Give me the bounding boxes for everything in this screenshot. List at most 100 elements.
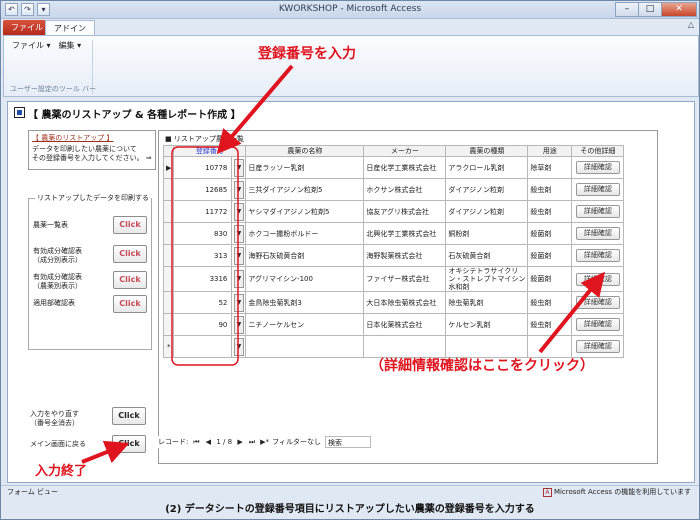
first-record-icon[interactable]: ⏮ xyxy=(192,436,200,448)
header-use[interactable]: 用途 xyxy=(527,145,573,157)
print-group: リストアップしたデータを印刷する 農薬一覧表 Click 有効成分確認表 （成分… xyxy=(28,193,152,350)
row-selector[interactable]: * xyxy=(162,335,175,358)
header-maker[interactable]: メーカー xyxy=(363,145,447,157)
detail-button[interactable]: 詳細確認 xyxy=(575,296,620,309)
reg-number-dropdown[interactable]: ▼ xyxy=(231,156,247,179)
reg-number-dropdown[interactable]: ▼ xyxy=(231,178,247,201)
row-selector[interactable] xyxy=(162,291,175,314)
prev-record-icon[interactable]: ◀ xyxy=(204,436,212,448)
details-cell: 詳細確認 xyxy=(571,156,625,179)
row-selector[interactable] xyxy=(162,222,175,245)
name-cell xyxy=(245,335,365,358)
use-cell: 殺虫剤 xyxy=(527,200,573,223)
header-reg-number[interactable]: 登録番号 xyxy=(173,145,247,157)
annotation-enter-number: 登録番号を入力 xyxy=(258,46,356,62)
reg-number-dropdown[interactable]: ▼ xyxy=(231,244,247,267)
reg-number-cell[interactable]: 10778 xyxy=(173,156,233,179)
detail-button[interactable]: 詳細確認 xyxy=(575,227,620,240)
ribbon-minimize-icon[interactable]: △ xyxy=(688,20,694,29)
maker-cell: 大日本除虫菊株式会社 xyxy=(363,291,447,314)
filter-status[interactable]: フィルターなし xyxy=(272,436,321,448)
detail-button[interactable]: 詳細確認 xyxy=(575,340,620,353)
new-record-icon[interactable]: ▶* xyxy=(260,436,269,448)
chevron-down-icon[interactable]: ▼ xyxy=(233,337,244,356)
redo-input-button[interactable]: Click xyxy=(112,407,146,425)
details-cell: 詳細確認 xyxy=(571,244,625,267)
detail-button[interactable]: 詳細確認 xyxy=(575,272,620,286)
menu-edit[interactable]: 編集 ▾ xyxy=(59,40,82,51)
chevron-down-icon[interactable]: ▼ xyxy=(233,246,244,265)
reg-number-cell[interactable]: 52 xyxy=(173,291,233,314)
close-button[interactable]: ✕ xyxy=(661,2,697,17)
reg-number-dropdown[interactable]: ▼ xyxy=(231,291,247,314)
ribbon-tabs: ファイル アドイン xyxy=(1,19,699,35)
tab-file[interactable]: ファイル xyxy=(3,20,51,35)
return-menu-button[interactable]: Click xyxy=(112,435,146,453)
reg-number-cell[interactable]: 90 xyxy=(173,313,233,336)
record-position[interactable]: 1 / 8 xyxy=(216,436,232,448)
reg-number-cell[interactable]: 11772 xyxy=(173,200,233,223)
access-icon: A xyxy=(542,488,552,497)
reg-number-cell[interactable]: 313 xyxy=(173,244,233,267)
status-info: A Microsoft Access の機能を利用しています xyxy=(542,486,691,499)
chevron-down-icon[interactable]: ▼ xyxy=(233,270,244,288)
detail-button[interactable]: 詳細確認 xyxy=(575,161,620,174)
reg-number-dropdown[interactable]: ▼ xyxy=(231,266,247,292)
maximize-button[interactable]: □ xyxy=(638,2,662,17)
details-cell: 詳細確認 xyxy=(571,200,625,223)
chevron-down-icon[interactable]: ▼ xyxy=(233,315,244,334)
detail-button[interactable]: 詳細確認 xyxy=(575,318,620,331)
label-redo: 入力をやり直す （番号全消去） xyxy=(30,410,79,427)
name-cell: 海野石灰硫黄合剤 xyxy=(245,244,365,267)
chevron-down-icon[interactable]: ▼ xyxy=(233,293,244,312)
chevron-down-icon[interactable]: ▼ xyxy=(233,180,244,199)
row-selector[interactable] xyxy=(162,200,175,223)
search-input[interactable]: 検索 xyxy=(324,436,371,448)
reg-number-dropdown[interactable]: ▼ xyxy=(231,200,247,223)
last-record-icon[interactable]: ⏭ xyxy=(248,436,256,448)
status-view: フォーム ビュー xyxy=(7,488,59,496)
header-kind[interactable]: 農薬の種類 xyxy=(445,145,529,157)
row-selector[interactable] xyxy=(162,313,175,336)
name-cell: 金鳥除虫菊乳剤3 xyxy=(245,291,365,314)
title-bar: ↶ ↷ ▾ KWORKSHOP - Microsoft Access – □ ✕ xyxy=(1,1,699,19)
row-selector[interactable]: ▶ xyxy=(162,156,175,179)
detail-button[interactable]: 詳細確認 xyxy=(575,249,620,262)
header-name[interactable]: 農薬の名称 xyxy=(245,145,365,157)
print-ingredient-by-pesticide-button[interactable]: Click xyxy=(113,271,147,289)
reg-number-dropdown[interactable]: ▼ xyxy=(231,222,247,245)
reg-number-cell[interactable]: 12685 xyxy=(173,178,233,201)
tab-addins[interactable]: アドイン xyxy=(45,20,95,35)
table-row: ▶ 10778 ▼ 日産ラッソー乳剤 日産化学工業株式会社 アラクロール乳剤 除草剤 詳細確認 xyxy=(162,156,625,179)
print-pesticide-list-button[interactable]: Click xyxy=(113,216,147,234)
print-application-button[interactable]: Click xyxy=(113,295,147,313)
chevron-down-icon[interactable]: ▼ xyxy=(233,158,244,177)
chevron-down-icon[interactable]: ▼ xyxy=(233,224,244,243)
reg-number-cell[interactable] xyxy=(173,335,233,358)
row-selector[interactable] xyxy=(162,244,175,267)
instruction-line-1: データを印刷したい農薬について xyxy=(32,145,137,153)
record-label: レコード: xyxy=(158,438,189,446)
datasheet: 登録番号 農薬の名称 メーカー 農薬の種類 用途 その他詳細 ▶ 10778 ▼ 日産… xyxy=(162,145,625,358)
print-group-title: リストアップしたデータを印刷する xyxy=(35,193,151,203)
reg-number-cell[interactable]: 830 xyxy=(173,222,233,245)
details-cell: 詳細確認 xyxy=(571,313,625,336)
detail-button[interactable]: 詳細確認 xyxy=(575,205,620,218)
reg-number-dropdown[interactable]: ▼ xyxy=(231,313,247,336)
detail-button[interactable]: 詳細確認 xyxy=(575,183,620,196)
reg-number-cell[interactable]: 3316 xyxy=(173,266,233,292)
print-ingredient-by-component-button[interactable]: Click xyxy=(113,245,147,263)
header-details[interactable]: その他詳細 xyxy=(571,145,625,157)
minimize-button[interactable]: – xyxy=(615,2,639,17)
menu-file[interactable]: ファイル ▾ xyxy=(12,40,51,51)
caption: (2) データシートの登録番号項目にリストアップしたい農薬の登録番号を入力する xyxy=(165,504,535,515)
use-cell: 殺虫剤 xyxy=(527,178,573,201)
next-record-icon[interactable]: ▶ xyxy=(236,436,244,448)
row-selector[interactable] xyxy=(162,178,175,201)
record-navigator: レコード: ⏮ ◀ 1 / 8 ▶ ⏭ ▶* フィルターなし 検索 xyxy=(158,436,438,448)
reg-number-dropdown[interactable]: ▼ xyxy=(231,335,247,358)
chevron-down-icon[interactable]: ▼ xyxy=(233,202,244,221)
maker-cell: 日産化学工業株式会社 xyxy=(363,156,447,179)
row-selector[interactable] xyxy=(162,266,175,292)
window-title: KWORKSHOP - Microsoft Access xyxy=(278,4,422,14)
